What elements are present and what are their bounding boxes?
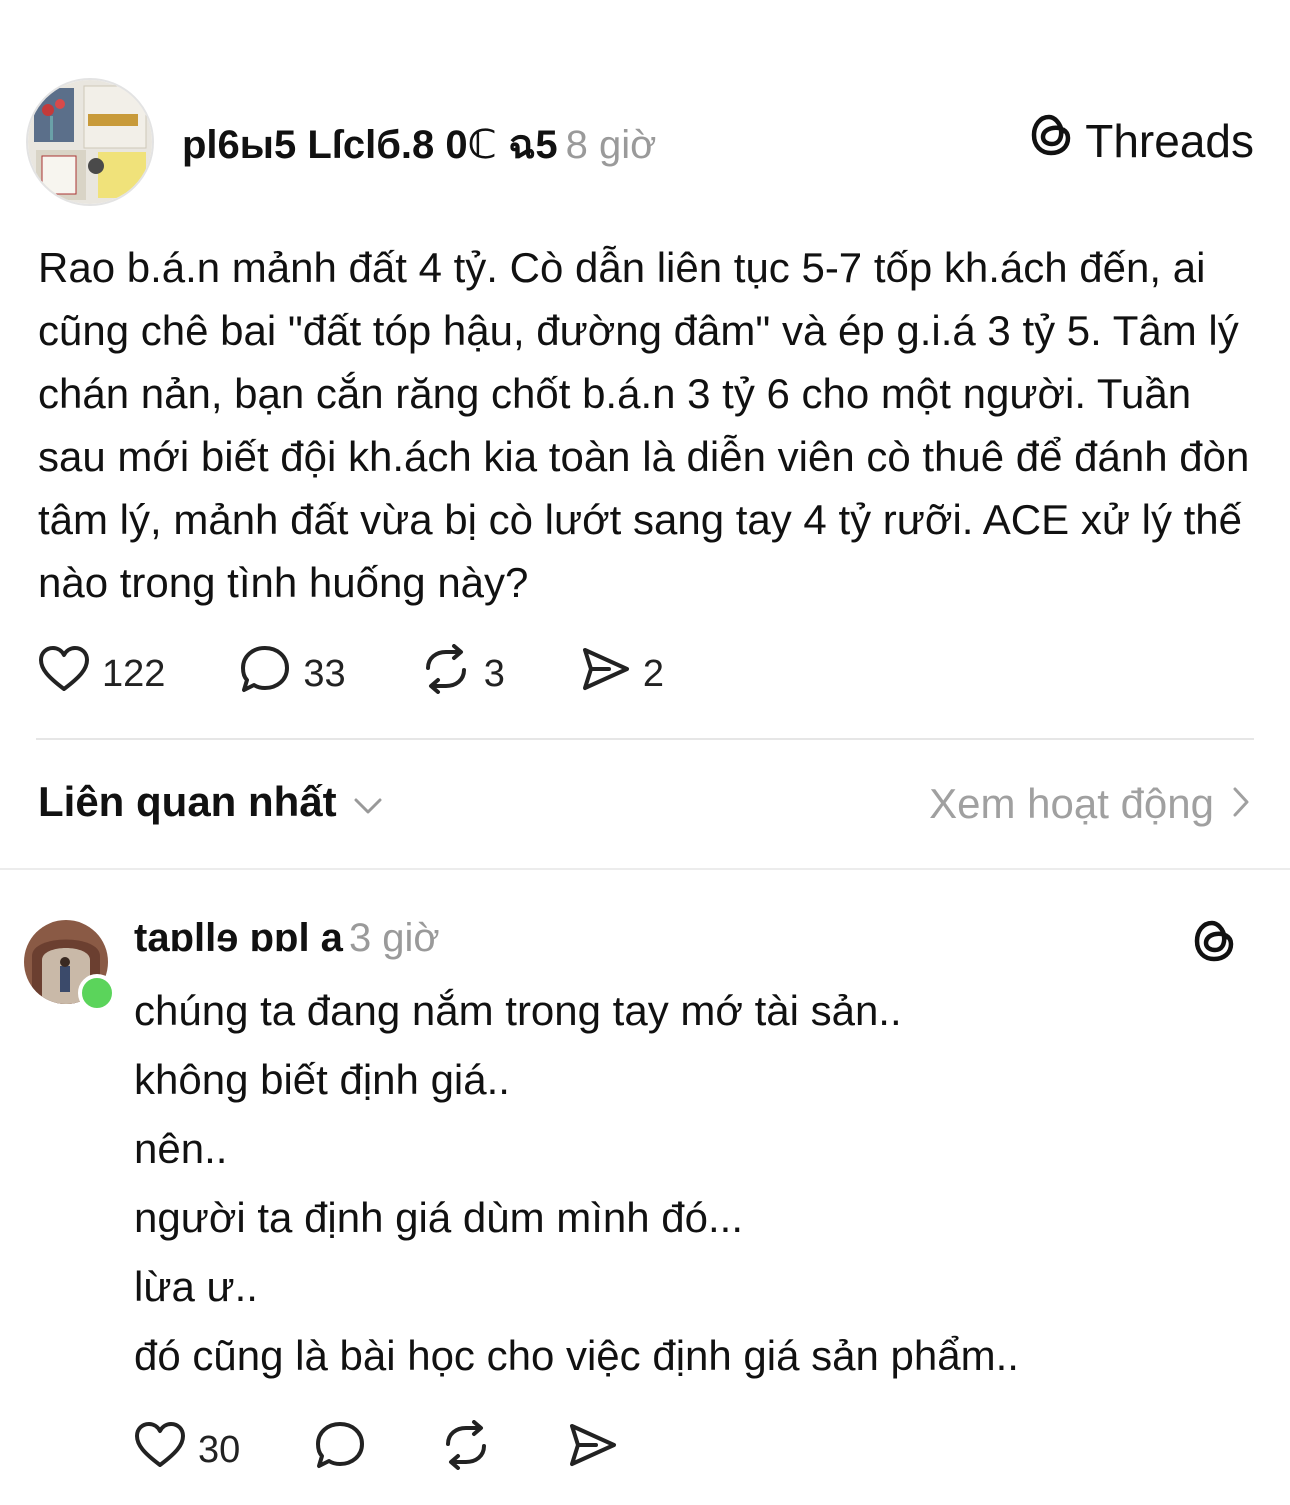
reply-comment-button[interactable] bbox=[314, 1420, 366, 1480]
reply-time: 3 giờ bbox=[348, 916, 440, 960]
post-header: pl6ы5 Lſclб.8 0ℂ ฉ5 8 giờ bbox=[182, 112, 656, 176]
heart-icon bbox=[38, 645, 90, 703]
reply-line: người ta định giá dùm mình đó... bbox=[134, 1194, 743, 1241]
like-button[interactable]: 122 bbox=[38, 645, 165, 703]
comment-count: 33 bbox=[303, 652, 346, 695]
reply-actions: 30 bbox=[134, 1420, 618, 1480]
view-activity-link[interactable]: Xem hoạt động bbox=[929, 780, 1250, 828]
threads-logo-icon bbox=[1029, 110, 1075, 171]
reply-line: đó cũng là bài học cho việc định giá sản… bbox=[134, 1332, 1019, 1379]
chevron-right-icon bbox=[1232, 780, 1250, 828]
reply-header: taɒllɘ ɒɒl a3 giờ bbox=[134, 916, 440, 961]
reply-line: không biết định giá.. bbox=[134, 1056, 510, 1103]
comment-bubble-icon bbox=[314, 1420, 366, 1480]
reply-like-count: 30 bbox=[198, 1428, 241, 1471]
reply-line: chúng ta đang nắm trong tay mớ tài sản.. bbox=[134, 987, 902, 1034]
author-name[interactable]: pl6ы5 Lſclб.8 0ℂ ฉ5 bbox=[182, 123, 558, 167]
threads-label: Threads bbox=[1085, 114, 1254, 167]
reply-repost-button[interactable] bbox=[440, 1420, 492, 1480]
post-text: Rao b.á.n mảnh đất 4 tỷ. Cò dẫn liên tục… bbox=[38, 244, 1250, 606]
repost-button[interactable]: 3 bbox=[420, 644, 505, 704]
like-count: 122 bbox=[102, 652, 166, 695]
section-divider bbox=[36, 738, 1254, 740]
comment-bubble-icon bbox=[239, 644, 291, 704]
reply-share-button[interactable] bbox=[566, 1420, 618, 1480]
comment-button[interactable]: 33 bbox=[239, 644, 346, 704]
repost-icon bbox=[440, 1420, 492, 1480]
share-count: 2 bbox=[642, 652, 664, 695]
repost-icon bbox=[420, 644, 472, 704]
threads-logo-icon[interactable] bbox=[1192, 916, 1238, 971]
threads-brand[interactable]: Threads bbox=[1029, 110, 1254, 171]
reply-line: lừa ư.. bbox=[134, 1263, 258, 1310]
reply-author-name[interactable]: taɒllɘ ɒɒl a bbox=[134, 916, 343, 960]
reply-like-button[interactable]: 30 bbox=[134, 1421, 240, 1479]
send-icon bbox=[566, 1420, 618, 1480]
repost-count: 3 bbox=[483, 652, 505, 695]
online-status-dot bbox=[78, 974, 116, 1012]
view-activity-label: Xem hoạt động bbox=[929, 780, 1214, 827]
send-icon bbox=[579, 644, 631, 704]
post-time: 8 giờ bbox=[565, 123, 657, 167]
heart-icon bbox=[134, 1421, 186, 1479]
author-avatar[interactable] bbox=[26, 78, 154, 206]
chevron-down-icon bbox=[353, 778, 383, 826]
post-actions: 122 33 3 2 bbox=[38, 644, 664, 704]
sort-dropdown[interactable]: Liên quan nhất bbox=[38, 778, 383, 826]
share-button[interactable]: 2 bbox=[579, 644, 664, 704]
reply-line: nên.. bbox=[134, 1125, 228, 1172]
replies-divider bbox=[0, 868, 1290, 870]
reply-text: chúng ta đang nắm trong tay mớ tài sản..… bbox=[134, 976, 1019, 1390]
sort-label: Liên quan nhất bbox=[38, 778, 337, 825]
